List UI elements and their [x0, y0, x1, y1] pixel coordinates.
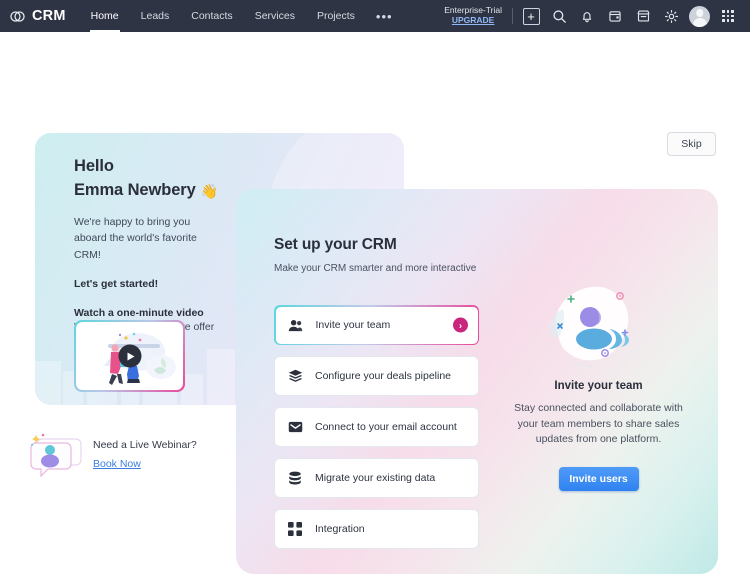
greeting-text: Hello — [74, 157, 114, 175]
wave-emoji-icon: 👋 — [200, 182, 219, 199]
setup-item-invite-team-label: Invite your team — [315, 319, 391, 331]
upgrade-link[interactable]: UPGRADE — [444, 15, 502, 26]
setup-item-integration-label: Integration — [315, 523, 365, 535]
gear-icon — [664, 9, 678, 23]
setup-subtitle: Make your CRM smarter and more interacti… — [274, 263, 477, 274]
setup-item-deals-pipeline[interactable]: Configure your deals pipeline — [274, 356, 479, 396]
setup-item-invite-team[interactable]: Invite your team › — [274, 305, 479, 345]
nav-item-contacts[interactable]: Contacts — [180, 0, 243, 32]
nav-item-home-label: Home — [90, 10, 119, 22]
apps-menu-button[interactable] — [714, 0, 742, 32]
nav-item-projects-label: Projects — [316, 10, 355, 22]
search-icon — [552, 9, 566, 23]
avatar[interactable] — [689, 5, 710, 27]
trial-status: Enterprise-Trial UPGRADE — [444, 5, 512, 26]
setup-title: Set up your CRM — [274, 236, 397, 253]
skip-button[interactable]: Skip — [667, 132, 716, 156]
setup-item-integration[interactable]: Integration — [274, 509, 479, 549]
nav-item-leads[interactable]: Leads — [130, 0, 181, 32]
setup-item-arrow-button[interactable]: › — [453, 317, 468, 333]
chat-bubble-icon — [30, 433, 82, 478]
promo-description: Stay connected and collaborate with your… — [514, 402, 683, 446]
interlocking-rings-icon — [9, 8, 26, 25]
database-icon — [275, 471, 315, 486]
people-group-icon — [276, 319, 316, 332]
navbar-right-group: Enterprise-Trial UPGRADE + — [444, 0, 750, 32]
setup-item-invite-team-body: Invite your team — [275, 306, 478, 344]
store-button[interactable] — [629, 0, 657, 32]
nav-more-button[interactable]: ••• — [366, 0, 403, 32]
invite-team-promo: Invite your team Stay connected and coll… — [496, 276, 701, 491]
invite-users-button[interactable]: Invite users — [558, 466, 639, 491]
envelope-icon — [275, 421, 315, 433]
setup-heading-block: Set up your CRM Make your CRM smarter an… — [274, 236, 479, 274]
promo-title: Invite your team — [554, 380, 643, 392]
bell-icon — [582, 11, 592, 22]
setup-item-migrate-data-label: Migrate your existing data — [315, 472, 436, 484]
setup-task-list: Invite your team › Configure your deals … — [274, 305, 479, 560]
setup-item-migrate-data[interactable]: Migrate your existing data — [274, 458, 479, 498]
grid-squares-icon — [275, 522, 315, 536]
nav-item-projects[interactable]: Projects — [306, 0, 366, 32]
book-now-link[interactable]: Book Now — [93, 458, 141, 470]
settings-button[interactable] — [657, 0, 685, 32]
apps-grid-icon — [721, 9, 735, 23]
setup-item-deals-pipeline-label: Configure your deals pipeline — [315, 370, 452, 382]
nav-links: Home Leads Contacts Services Projects ••… — [80, 0, 403, 32]
nav-divider — [512, 8, 513, 24]
calendar-button[interactable] — [601, 0, 629, 32]
video-thumbnail[interactable] — [74, 320, 185, 392]
setup-item-email-account-label: Connect to your email account — [315, 421, 457, 433]
nav-item-services-label: Services — [254, 10, 295, 22]
top-navbar: CRM Home Leads Contacts Services Project… — [0, 0, 750, 32]
webinar-text: Need a Live Webinar? Book Now — [93, 436, 197, 472]
team-people-blob-illustration — [549, 286, 629, 367]
nav-item-contacts-label: Contacts — [191, 10, 233, 22]
app-logo[interactable]: CRM — [0, 8, 80, 25]
nav-item-services[interactable]: Services — [244, 0, 306, 32]
welcome-paragraph: We're happy to bring you aboard the worl… — [74, 215, 197, 261]
user-name: Emma Newbery — [74, 180, 196, 199]
nav-item-home[interactable]: Home — [80, 0, 130, 32]
layers-icon — [275, 369, 315, 383]
add-new-button[interactable]: + — [517, 0, 545, 32]
store-icon — [636, 10, 650, 22]
plus-icon: + — [522, 7, 540, 25]
webinar-promo[interactable]: Need a Live Webinar? Book Now — [28, 429, 197, 479]
app-logo-text: CRM — [32, 8, 66, 24]
play-icon[interactable] — [118, 344, 141, 368]
nav-item-leads-label: Leads — [140, 10, 170, 22]
webinar-title: Need a Live Webinar? — [93, 439, 197, 452]
video-thumbnail-inner — [75, 321, 184, 391]
notifications-button[interactable] — [573, 0, 601, 32]
search-button[interactable] — [545, 0, 573, 32]
calendar-icon — [609, 11, 621, 22]
setup-item-email-account[interactable]: Connect to your email account — [274, 407, 479, 447]
